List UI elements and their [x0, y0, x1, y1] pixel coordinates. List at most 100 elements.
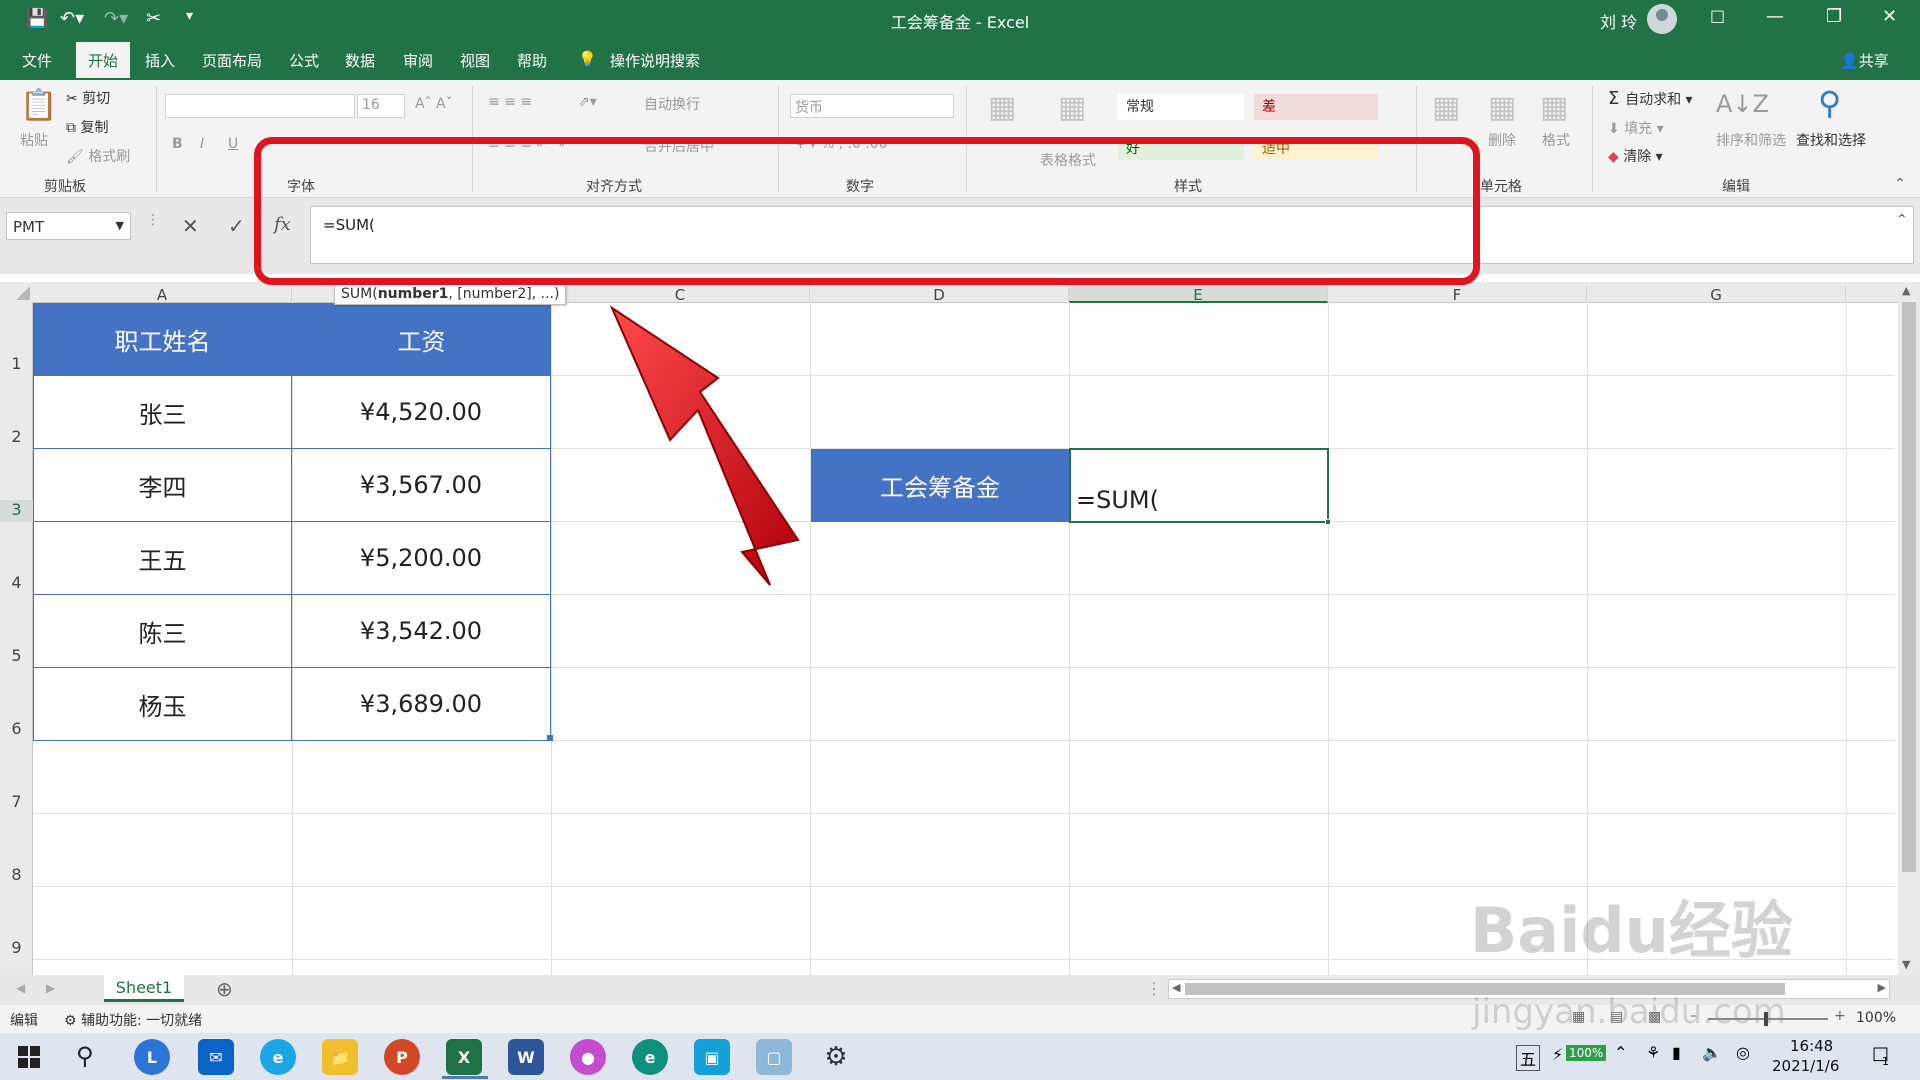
column-header-a[interactable]: A [33, 286, 292, 304]
close-icon[interactable]: ✕ [1882, 6, 1897, 27]
notepad-icon[interactable]: ▢ [756, 1039, 792, 1075]
battery-percentage[interactable]: 100% [1566, 1045, 1607, 1061]
tab-data[interactable]: 数据 [345, 50, 375, 71]
zoom-level[interactable]: 100% [1856, 1010, 1896, 1026]
row-header-7[interactable]: 7 [0, 792, 33, 811]
word-icon[interactable]: W [508, 1039, 544, 1075]
font-name-select[interactable] [165, 94, 355, 118]
ribbon-display-icon[interactable]: □ [1710, 6, 1725, 25]
tab-view[interactable]: 视图 [460, 50, 490, 71]
next-sheet-icon[interactable]: ▶ [46, 981, 55, 995]
sort-filter-button[interactable]: 排序和筛选 [1716, 130, 1786, 150]
scroll-right-icon[interactable]: ▶ [1878, 981, 1886, 994]
tell-me-search[interactable]: 操作说明搜索 [610, 50, 700, 71]
row-header-1[interactable]: 1 [0, 354, 33, 373]
zoom-in-icon[interactable]: + [1834, 1008, 1846, 1024]
table-cell-name[interactable]: 陈三 [33, 595, 292, 668]
accessibility-status[interactable]: ⚙ 辅助功能: 一切就绪 [64, 1010, 202, 1030]
tablet-icon[interactable]: ⚡ [1552, 1045, 1563, 1064]
cut-button[interactable]: ✂ 剪切 [66, 88, 110, 108]
delete-button[interactable]: 删除 [1488, 130, 1516, 150]
conditional-format-icon[interactable]: ▦ [988, 90, 1016, 125]
windows-start-icon[interactable] [18, 1046, 40, 1068]
row-header-5[interactable]: 5 [0, 646, 33, 665]
style-normal[interactable]: 常规 [1118, 94, 1244, 120]
copy-button[interactable]: ⧉ 复制 [66, 117, 108, 137]
clear-button[interactable]: ◆ 清除 ▾ [1608, 146, 1663, 166]
expand-formula-icon[interactable]: ⌃ [1896, 212, 1908, 228]
underline-button[interactable]: U [228, 136, 238, 152]
table-cell-salary[interactable]: ¥3,542.00 [292, 595, 551, 668]
chevron-down-icon[interactable]: ▼ [116, 219, 124, 232]
find-select-button[interactable]: 查找和选择 [1796, 130, 1866, 150]
autosum-button[interactable]: Σ 自动求和 ▾ [1608, 88, 1693, 109]
avatar[interactable] [1647, 4, 1677, 34]
wrap-text-button[interactable]: 自动换行 [644, 94, 700, 114]
tab-insert[interactable]: 插入 [145, 50, 175, 71]
table-header-name[interactable]: 职工姓名 [33, 303, 292, 376]
paste-button[interactable]: 粘贴 [20, 130, 48, 150]
restore-icon[interactable]: ❐ [1826, 6, 1842, 27]
search-icon[interactable]: ⚲ [76, 1042, 94, 1070]
mail-icon[interactable]: ✉ [198, 1039, 234, 1075]
table-format-icon[interactable]: ▦ [1058, 90, 1086, 125]
table-cell-name[interactable]: 李四 [33, 449, 292, 522]
column-header-e[interactable]: E [1069, 286, 1328, 304]
powerpoint-icon[interactable]: P [384, 1039, 420, 1075]
person-icon[interactable]: ⚘ [1646, 1043, 1660, 1062]
tooltip-function[interactable]: SUM( [341, 286, 378, 302]
table-cell-name[interactable]: 杨玉 [33, 668, 292, 741]
cancel-icon[interactable]: ✕ [182, 214, 199, 238]
minimize-icon[interactable]: — [1766, 6, 1784, 27]
clock-date[interactable]: 2021/1/6 [1772, 1057, 1839, 1075]
tab-page-layout[interactable]: 页面布局 [202, 50, 262, 71]
scroll-left-icon[interactable]: ◀ [1172, 981, 1180, 994]
table-cell-name[interactable]: 王五 [33, 522, 292, 595]
search-icon[interactable]: ⚲ [1818, 84, 1841, 122]
orientation-icon[interactable]: ⇗▾ [578, 94, 597, 110]
tab-formulas[interactable]: 公式 [289, 50, 319, 71]
tab-review[interactable]: 审阅 [403, 50, 433, 71]
font-size-select[interactable]: 16 [357, 94, 405, 118]
prev-sheet-icon[interactable]: ◀ [16, 981, 25, 995]
row-header-8[interactable]: 8 [0, 865, 33, 884]
scroll-down-icon[interactable]: ▼ [1902, 958, 1910, 971]
table-cell-salary[interactable]: ¥3,689.00 [292, 668, 551, 741]
table-cell-salary[interactable]: ¥5,200.00 [292, 522, 551, 595]
tab-home[interactable]: 开始 [76, 42, 131, 80]
column-header-d[interactable]: D [810, 286, 1069, 304]
row-header-2[interactable]: 2 [0, 427, 33, 446]
bold-button[interactable]: B [172, 136, 183, 152]
delete-cells-icon[interactable]: ▦ [1488, 90, 1516, 125]
table-cell-name[interactable]: 张三 [33, 376, 292, 449]
excel-icon[interactable]: X [446, 1039, 482, 1075]
wifi-icon[interactable]: ◎ [1736, 1043, 1750, 1062]
row-header-4[interactable]: 4 [0, 573, 33, 592]
enter-icon[interactable]: ✓ [228, 214, 245, 238]
tab-file[interactable]: 文件 [22, 50, 52, 71]
scroll-up-icon[interactable]: ▲ [1902, 284, 1910, 297]
battery-icon[interactable]: ▮ [1672, 1043, 1681, 1062]
row-header-9[interactable]: 9 [0, 938, 33, 957]
italic-button[interactable]: I [200, 136, 204, 152]
split-handle-icon[interactable]: ⋮ [1146, 979, 1162, 998]
style-bad[interactable]: 差 [1254, 94, 1378, 120]
column-header-g[interactable]: G [1587, 286, 1846, 304]
taskbar-app-icon[interactable]: L [134, 1039, 170, 1075]
format-painter-button[interactable]: 🖌 格式刷 [66, 146, 130, 166]
add-sheet-icon[interactable]: ⊕ [216, 977, 233, 1001]
file-explorer-icon[interactable]: 📁 [322, 1039, 358, 1075]
table-resize-handle[interactable] [547, 735, 553, 741]
paste-icon[interactable]: 📋 [20, 88, 57, 123]
grow-font-icon[interactable]: Aˆ Aˇ [415, 96, 453, 112]
collapse-ribbon-icon[interactable]: ⌃ [1894, 176, 1906, 192]
format-cells-icon[interactable]: ▦ [1540, 90, 1568, 125]
table-header-salary[interactable]: 工资 [292, 303, 551, 376]
volume-icon[interactable]: 🔈 [1702, 1043, 1722, 1062]
label-cell[interactable]: 工会筹备金 [811, 449, 1069, 522]
edge-icon[interactable]: e [632, 1039, 668, 1075]
show-hidden-icons[interactable]: ⌃ [1614, 1043, 1627, 1062]
vertical-scrollbar[interactable]: ▲ ▼ [1898, 282, 1920, 975]
share-button[interactable]: 👤共享 [1840, 50, 1889, 71]
fill-handle[interactable] [1325, 519, 1331, 525]
